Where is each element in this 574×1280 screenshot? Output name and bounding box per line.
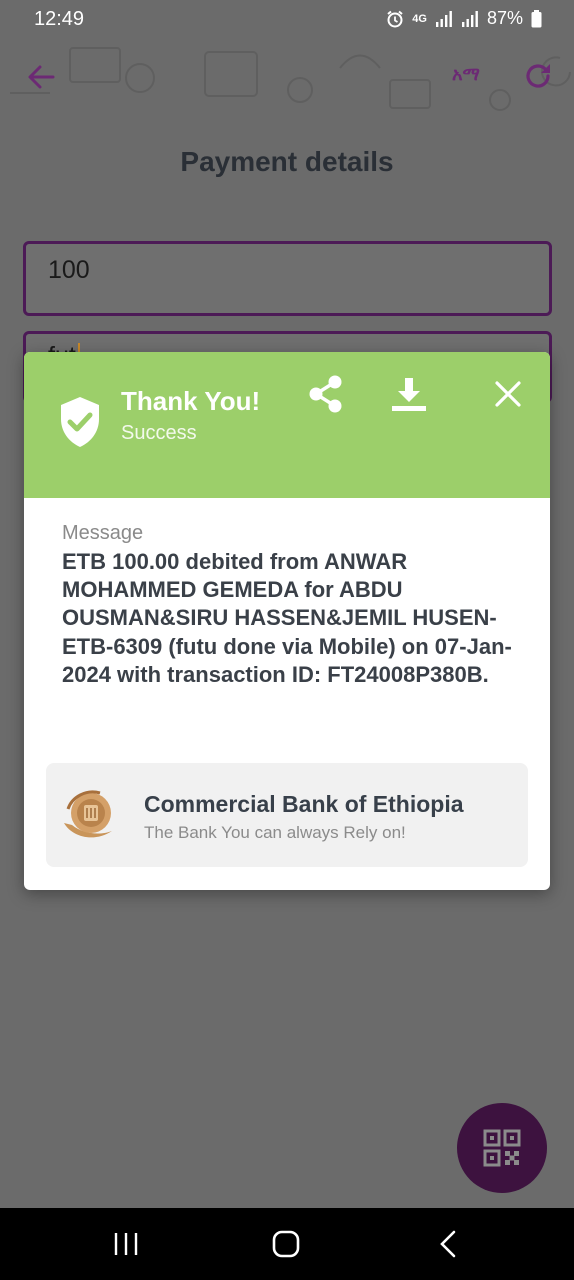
bank-logo: [64, 790, 112, 838]
download-icon[interactable]: [390, 376, 428, 412]
status-icons: 4G 87%: [386, 8, 542, 29]
share-icon[interactable]: [308, 374, 344, 414]
dialog-title: Thank You!: [121, 386, 261, 416]
signal-icon-2: [461, 10, 478, 27]
decorative-pattern: [10, 47, 571, 111]
dialog-subtitle: Success: [121, 422, 197, 444]
refresh-icon[interactable]: [522, 60, 554, 92]
shield-check-icon: [61, 397, 99, 447]
status-bar: 12:49 4G 87%: [0, 0, 574, 38]
recents-icon[interactable]: [113, 1232, 139, 1256]
qr-code-icon: [483, 1129, 521, 1167]
bank-tagline: The Bank You can always Rely on!: [144, 823, 406, 842]
status-time: 12:49: [34, 8, 85, 30]
page-title: Payment details: [180, 146, 394, 177]
message-label: Message: [62, 522, 144, 544]
back-icon[interactable]: [438, 1230, 458, 1258]
bank-card: Commercial Bank of Ethiopia The Bank You…: [46, 763, 528, 867]
app-bar: አማ: [0, 38, 574, 118]
success-dialog: Thank You! Success Message ETB 100.00 de…: [24, 352, 550, 890]
amount-field[interactable]: 100: [23, 241, 552, 316]
signal-icon: [435, 10, 452, 27]
battery-percent: 87%: [486, 8, 523, 28]
home-icon[interactable]: [272, 1230, 300, 1258]
amount-value: 100: [48, 256, 90, 284]
network-type-label: 4G: [412, 12, 427, 25]
language-toggle[interactable]: አማ: [452, 64, 480, 85]
close-icon[interactable]: [494, 380, 522, 408]
dialog-header: Thank You! Success: [24, 352, 550, 498]
back-arrow-icon[interactable]: [26, 62, 56, 92]
battery-icon: [531, 9, 542, 27]
message-text: ETB 100.00 debited from ANWAR MOHAMMED G…: [62, 549, 512, 687]
system-nav-bar: [0, 1208, 574, 1280]
alarm-icon: [387, 10, 403, 27]
bank-name: Commercial Bank of Ethiopia: [144, 791, 464, 817]
qr-code-button[interactable]: [457, 1103, 547, 1193]
